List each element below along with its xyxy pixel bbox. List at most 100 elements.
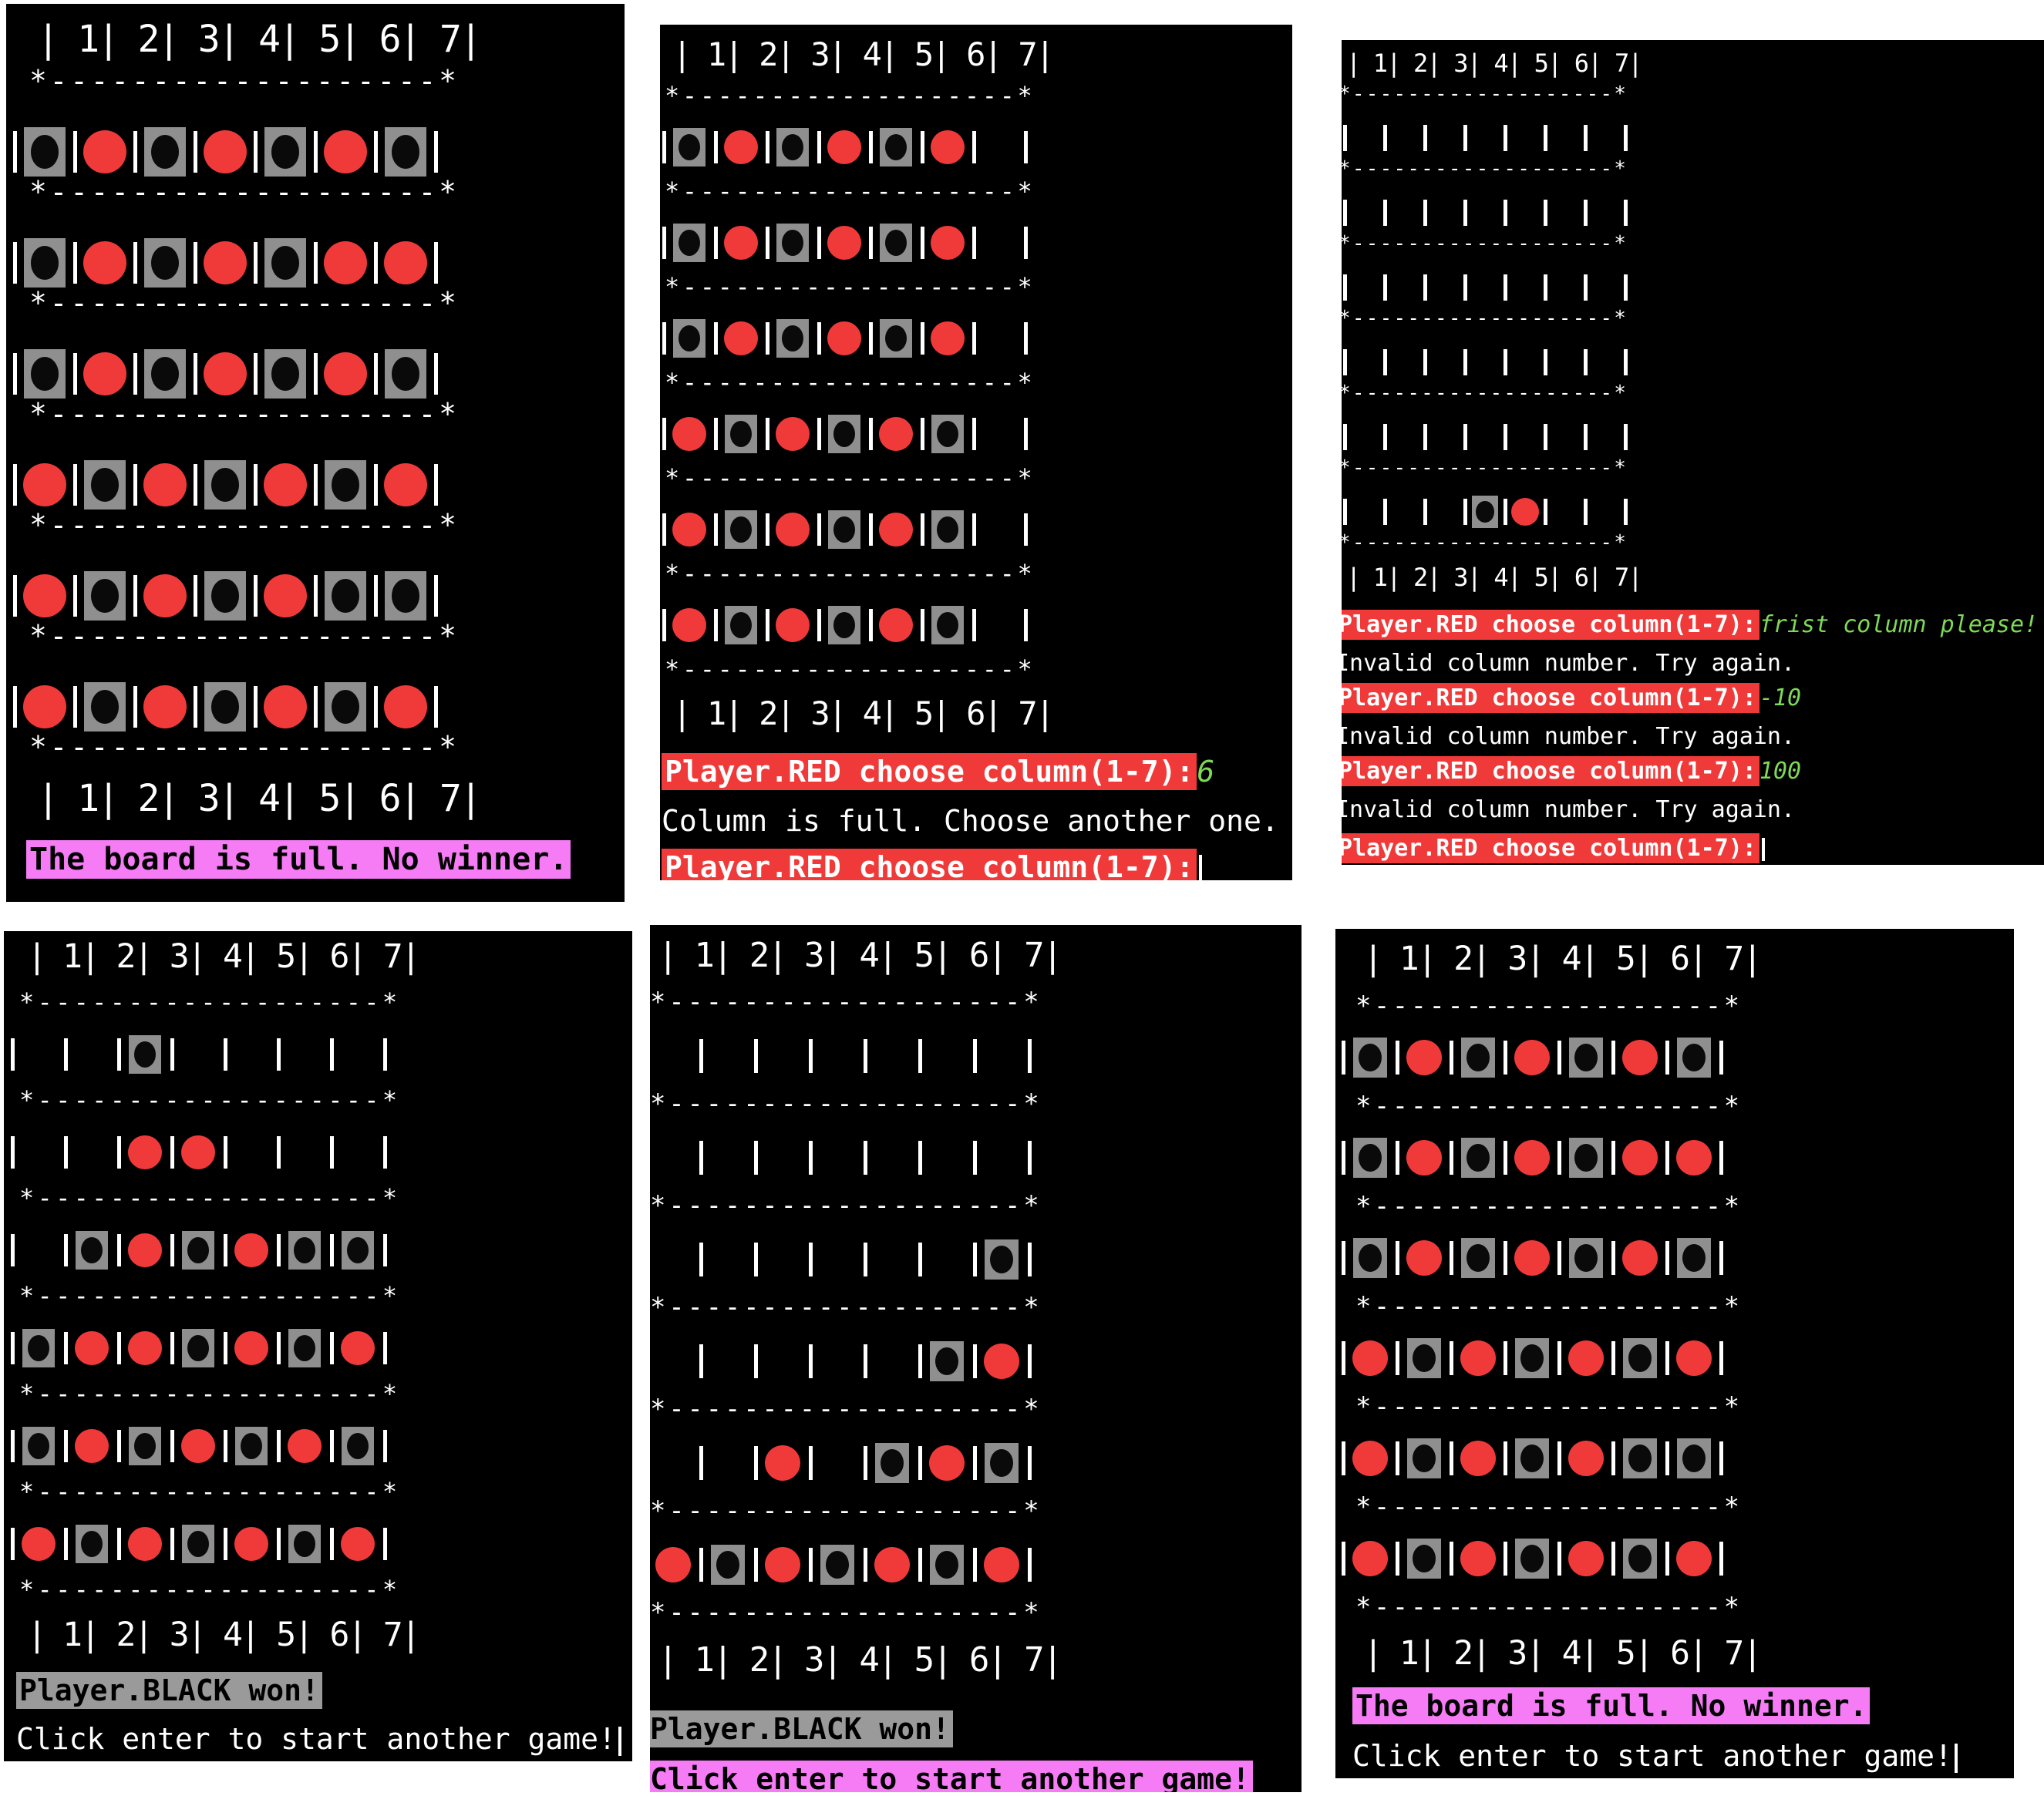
board-pipe [1450, 1241, 1453, 1275]
board-pipe [254, 686, 258, 728]
red-piece-icon [1406, 1040, 1442, 1075]
board-pipe [1383, 199, 1387, 227]
board-pipe [1023, 131, 1028, 163]
board-pipe [1023, 418, 1028, 450]
red-piece-icon [1622, 1240, 1658, 1276]
board-pipe [1719, 1542, 1723, 1576]
black-piece-icon [931, 414, 964, 454]
board-pipe [1544, 124, 1547, 152]
board-pipe [1504, 348, 1507, 376]
row-separator: *-------------------* [1342, 307, 1628, 330]
console-line-highlight: Player.BLACK won! [16, 1672, 322, 1710]
board-pipe [10, 1234, 15, 1266]
console-line-plain: Invalid column number. Try again. [1342, 722, 1795, 752]
board-pipe [133, 242, 137, 284]
black-piece-icon [931, 510, 964, 550]
board-pipe [223, 1528, 227, 1560]
board-pipe [1719, 1341, 1723, 1375]
board-pipe [1342, 1441, 1345, 1475]
board-pipe [1584, 124, 1588, 152]
red-piece-icon [83, 352, 126, 395]
board-pipe [699, 1548, 703, 1582]
board-pipe [170, 1332, 174, 1364]
row-separator: *-------------------* [19, 1379, 401, 1408]
red-piece-icon [984, 1344, 1019, 1379]
red-piece-icon [384, 463, 427, 506]
board-pipe [753, 1446, 758, 1480]
board-pipe [170, 1234, 174, 1266]
prompt-input[interactable]: 6 [1197, 755, 1214, 789]
status-message: Player.BLACK won! [16, 1672, 322, 1709]
red-piece-icon [724, 130, 758, 164]
board-pipe [1665, 1542, 1669, 1576]
row-separator: *-------------------* [650, 1292, 1042, 1323]
board-pipe [1544, 498, 1547, 526]
black-piece-icon [1461, 1137, 1495, 1179]
console-text: Click enter to start another game! [1352, 1739, 1952, 1773]
board-pipe [662, 513, 666, 546]
board-pipe [1343, 498, 1347, 526]
row-separator: *-------------------* [665, 654, 1035, 684]
board-pipe [382, 1430, 387, 1462]
board-pipe [1624, 199, 1628, 227]
row-separator: *-------------------* [1355, 1191, 1743, 1222]
console-text: Invalid column number. Try again. [1342, 650, 1796, 677]
red-piece-icon [204, 241, 247, 284]
console-line-prompt: Player.RED choose column(1-7): frist colu… [1342, 610, 2038, 640]
board-pipe [116, 1528, 121, 1560]
board-pipe [116, 1038, 121, 1071]
row-separator: *-------------------* [1355, 1592, 1743, 1623]
board-pipe [972, 1141, 977, 1175]
row-separator: *-------------------* [1355, 1391, 1743, 1422]
red-piece-icon [724, 226, 758, 260]
black-piece-icon [22, 1328, 55, 1368]
board-pipe [1342, 1341, 1345, 1375]
prompt-input[interactable]: frist column please! [1759, 611, 2038, 638]
black-piece-icon [182, 1328, 214, 1368]
red-piece-icon [776, 417, 810, 451]
board-pipe [1624, 498, 1628, 526]
board-pipe [971, 131, 976, 163]
status-message: Click enter to start another game! [650, 1761, 1253, 1792]
row-separator: *-------------------* [665, 463, 1035, 493]
board-pipe [133, 131, 137, 173]
red-piece-icon [324, 352, 367, 395]
red-piece-icon [931, 226, 965, 260]
board-pipe [765, 513, 769, 546]
board-pipe [1557, 1441, 1561, 1475]
black-piece-icon [725, 605, 757, 645]
column-header-bottom: | 1| 2| 3| 4| 5| 6| 7| [1346, 563, 1643, 593]
board-pipe [920, 227, 924, 259]
prompt-input[interactable]: 100 [1759, 758, 1801, 785]
prompt-input[interactable]: -10 [1759, 684, 1801, 711]
console-text: Click enter to start another game! [16, 1722, 616, 1756]
row-separator: *-------------------* [19, 1183, 401, 1212]
prompt-label: Player.RED choose column(1-7): [1342, 610, 1759, 640]
board-pipe [1611, 1542, 1615, 1576]
board-pipe [1611, 1341, 1615, 1375]
board-pipe [1342, 1241, 1345, 1275]
red-piece-icon [204, 352, 247, 395]
board-pipe [374, 131, 378, 173]
red-piece-icon [1406, 1140, 1442, 1175]
black-piece-icon [985, 1442, 1019, 1484]
red-piece-icon [1568, 1441, 1604, 1476]
black-piece-icon [22, 1426, 55, 1466]
red-piece-icon [341, 1331, 375, 1365]
board-pipe [254, 464, 258, 506]
console-text: Invalid column number. Try again. [1342, 723, 1796, 750]
console-line-prompt: Player.RED choose column(1-7): [662, 849, 1203, 880]
black-piece-icon [930, 1340, 964, 1382]
black-piece-icon [24, 126, 66, 177]
black-piece-icon [1407, 1337, 1441, 1379]
board-pipe [276, 1038, 281, 1071]
black-piece-icon [84, 459, 126, 510]
board-pipe [1665, 1441, 1669, 1475]
board-pipe [1027, 1344, 1032, 1378]
console-line-plain: Column is full. Choose another one. [662, 803, 1279, 840]
board-pipe [1665, 1241, 1669, 1275]
board-pipe [254, 575, 258, 617]
prompt-label: Player.RED choose column(1-7): [1342, 833, 1759, 863]
black-piece-icon [204, 459, 246, 510]
red-piece-icon [143, 463, 187, 506]
